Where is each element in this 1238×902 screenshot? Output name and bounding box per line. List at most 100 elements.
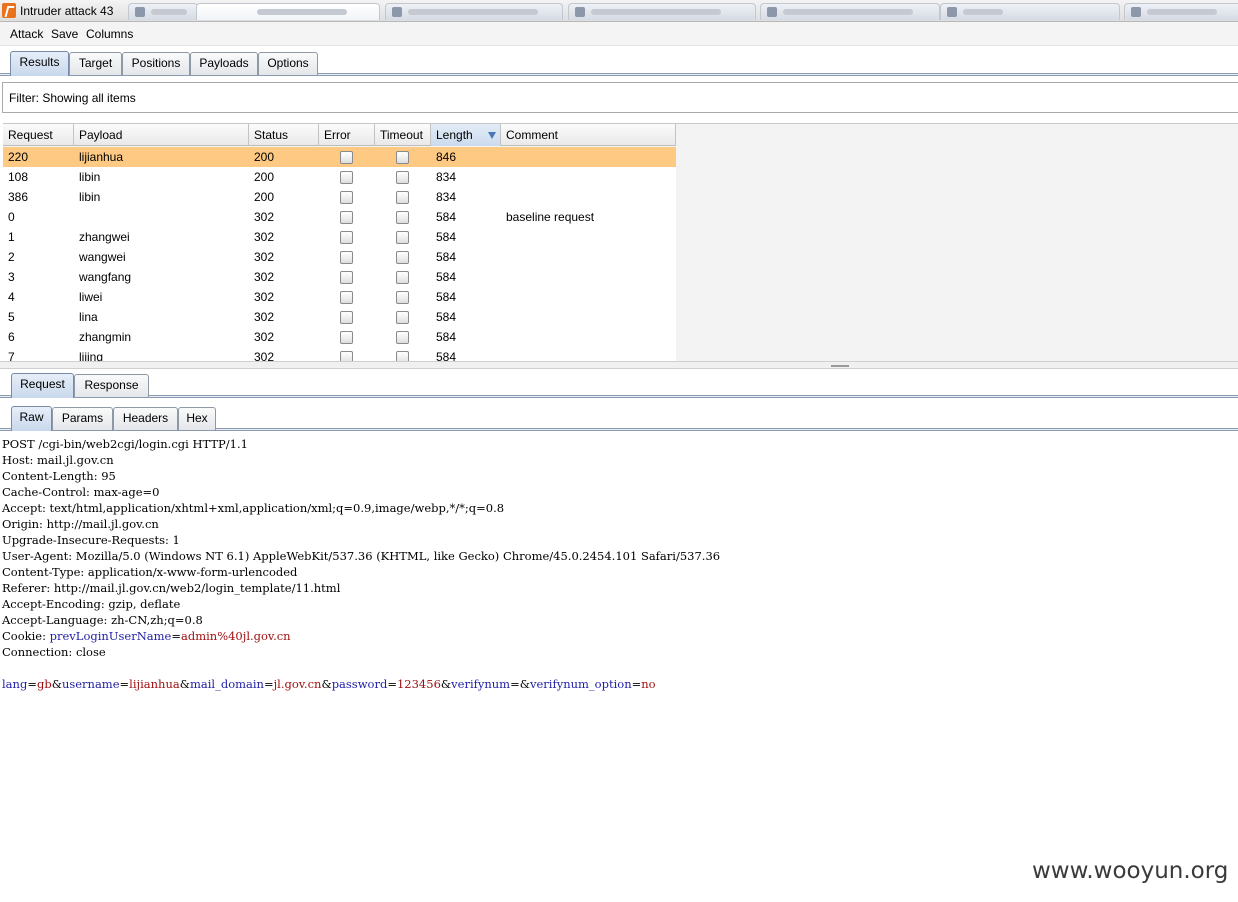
splitter-grip-icon[interactable] bbox=[831, 365, 849, 367]
body-param-name: mail_domain bbox=[189, 677, 264, 691]
raw-request-editor[interactable]: POST /cgi-bin/web2cgi/login.cgi HTTP/1.1… bbox=[2, 436, 1238, 902]
body-param-value: jl.gov.cn bbox=[273, 677, 322, 691]
tab-response[interactable]: Response bbox=[74, 374, 149, 397]
background-tab[interactable] bbox=[128, 3, 198, 20]
error-checkbox bbox=[340, 151, 353, 164]
tab-hex[interactable]: Hex bbox=[178, 407, 216, 430]
cell-length: 584 bbox=[436, 230, 457, 244]
cookie-line: Cookie: prevLoginUserName=admin%40jl.gov… bbox=[2, 628, 291, 644]
cell-length: 584 bbox=[436, 310, 457, 324]
cell-request: 7 bbox=[8, 350, 15, 361]
cell-length: 584 bbox=[436, 210, 457, 224]
background-tab[interactable] bbox=[940, 3, 1120, 20]
request-header-line: POST /cgi-bin/web2cgi/login.cgi HTTP/1.1 bbox=[2, 437, 248, 451]
cell-request: 4 bbox=[8, 290, 15, 304]
menu-attack[interactable]: Attack bbox=[10, 27, 43, 41]
cell-length: 584 bbox=[436, 350, 457, 361]
filter-text: Filter: Showing all items bbox=[9, 91, 136, 105]
table-row[interactable]: 4 liwei 302 584 bbox=[3, 287, 676, 307]
error-checkbox bbox=[340, 191, 353, 204]
table-row[interactable]: 6 zhangmin 302 584 bbox=[3, 327, 676, 347]
cell-length: 584 bbox=[436, 330, 457, 344]
error-checkbox bbox=[340, 251, 353, 264]
timeout-checkbox bbox=[396, 291, 409, 304]
column-header-request[interactable]: Request bbox=[3, 124, 74, 146]
tab-params[interactable]: Params bbox=[52, 407, 113, 430]
main-tabs: Results Target Positions Payloads Option… bbox=[0, 50, 1238, 76]
request-header-line: Referer: http://mail.jl.gov.cn/web2/logi… bbox=[2, 581, 341, 595]
tab-label-blurred bbox=[257, 9, 347, 15]
title-bar: Intruder attack 43 bbox=[0, 0, 1238, 22]
body-param-name: verifynum_option bbox=[529, 677, 632, 691]
tab-results[interactable]: Results bbox=[10, 51, 69, 76]
cell-payload: lijing bbox=[79, 350, 104, 361]
cell-payload: libin bbox=[79, 170, 101, 184]
tab-request[interactable]: Request bbox=[11, 373, 74, 398]
table-row[interactable]: 1 zhangwei 302 584 bbox=[3, 227, 676, 247]
pane-splitter[interactable] bbox=[0, 361, 1238, 369]
column-header-length[interactable]: Length bbox=[431, 124, 501, 146]
watermark: www.wooyun.org bbox=[1032, 858, 1229, 884]
tab-positions[interactable]: Positions bbox=[122, 52, 190, 75]
background-tab[interactable] bbox=[760, 3, 940, 20]
table-row[interactable]: 5 lina 302 584 bbox=[3, 307, 676, 327]
favicon-icon bbox=[767, 7, 777, 17]
favicon-icon bbox=[392, 7, 402, 17]
cell-comment: baseline request bbox=[506, 210, 595, 224]
filter-bar[interactable]: Filter: Showing all items bbox=[2, 82, 1238, 113]
body-param-name: verifynum bbox=[451, 677, 511, 691]
cell-comment bbox=[501, 167, 676, 187]
table-row[interactable]: 108 libin 200 834 bbox=[3, 167, 676, 187]
param-separator: & bbox=[321, 677, 332, 691]
request-body-line: lang=gb&username=lijianhua&mail_domain=j… bbox=[2, 676, 656, 692]
error-checkbox bbox=[340, 271, 353, 284]
cell-length: 834 bbox=[436, 190, 457, 204]
cell-request: 3 bbox=[8, 270, 15, 284]
table-row[interactable]: 7 lijing 302 584 bbox=[3, 347, 676, 361]
menu-save[interactable]: Save bbox=[51, 27, 78, 41]
param-equals: = bbox=[119, 677, 130, 691]
error-checkbox bbox=[340, 351, 353, 361]
timeout-checkbox bbox=[396, 171, 409, 184]
tab-payloads[interactable]: Payloads bbox=[190, 52, 258, 75]
request-header-line: Content-Length: 95 bbox=[2, 469, 116, 483]
cell-request: 5 bbox=[8, 310, 15, 324]
view-tabs: Raw Params Headers Hex bbox=[0, 405, 1238, 431]
menu-columns[interactable]: Columns bbox=[86, 27, 133, 41]
column-header-payload[interactable]: Payload bbox=[74, 124, 249, 146]
connection-line: Connection: close bbox=[2, 645, 106, 659]
tab-raw[interactable]: Raw bbox=[11, 406, 52, 431]
cell-comment bbox=[501, 187, 676, 207]
cell-payload bbox=[74, 207, 249, 227]
cell-status: 302 bbox=[254, 310, 275, 324]
background-tab[interactable] bbox=[196, 3, 380, 20]
cell-status: 200 bbox=[254, 150, 275, 164]
error-checkbox bbox=[340, 211, 353, 224]
cell-length: 584 bbox=[436, 250, 457, 264]
body-param-value: lijianhua bbox=[129, 677, 180, 691]
table-row[interactable]: 220 lijianhua 200 846 bbox=[3, 147, 676, 167]
param-separator: & bbox=[440, 677, 452, 691]
column-header-comment[interactable]: Comment bbox=[501, 124, 676, 146]
favicon-icon bbox=[135, 7, 145, 17]
background-tab[interactable] bbox=[385, 3, 563, 20]
cell-comment bbox=[501, 247, 676, 267]
table-row[interactable]: 3 wangfang 302 584 bbox=[3, 267, 676, 287]
background-tab[interactable] bbox=[568, 3, 756, 20]
request-header-line: Accept-Language: zh-CN,zh;q=0.8 bbox=[2, 613, 203, 627]
tab-headers[interactable]: Headers bbox=[113, 407, 178, 430]
tab-target[interactable]: Target bbox=[69, 52, 122, 75]
cell-status: 302 bbox=[254, 250, 275, 264]
cell-payload: zhangmin bbox=[79, 330, 132, 344]
column-header-status[interactable]: Status bbox=[249, 124, 319, 146]
cell-request: 2 bbox=[8, 250, 15, 264]
table-row[interactable]: 2 wangwei 302 584 bbox=[3, 247, 676, 267]
cell-request: 6 bbox=[8, 330, 15, 344]
column-header-error[interactable]: Error bbox=[319, 124, 375, 146]
background-tab[interactable] bbox=[1124, 3, 1238, 20]
column-header-timeout[interactable]: Timeout bbox=[375, 124, 431, 146]
tab-options[interactable]: Options bbox=[258, 52, 318, 75]
cell-comment bbox=[501, 307, 676, 327]
table-row[interactable]: 0 302 584 baseline request bbox=[3, 207, 676, 227]
table-row[interactable]: 386 libin 200 834 bbox=[3, 187, 676, 207]
